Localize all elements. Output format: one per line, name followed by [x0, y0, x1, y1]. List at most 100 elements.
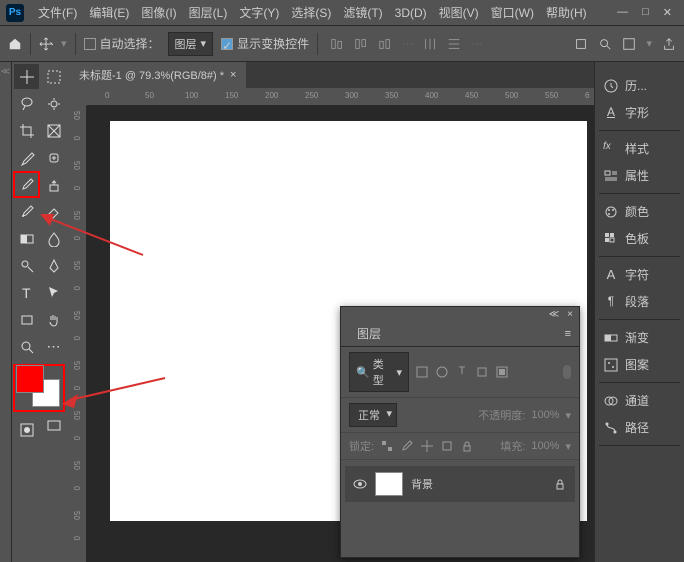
move-tool-icon[interactable] [39, 37, 53, 51]
dodge-tool[interactable] [14, 253, 39, 278]
collapse-icon[interactable]: ≪ [549, 309, 559, 319]
lock-pixels-icon[interactable] [380, 439, 394, 453]
foreground-color[interactable] [16, 365, 44, 393]
gradients-panel-button[interactable]: 渐变 [599, 324, 680, 351]
filter-smart-icon[interactable] [495, 365, 509, 379]
edit-toolbar[interactable]: ⋯ [41, 334, 66, 359]
close-panel-icon[interactable]: × [567, 309, 573, 319]
eyedropper-tool[interactable] [14, 145, 39, 170]
auto-select-dropdown[interactable]: 图层▾ [168, 32, 214, 56]
menu-help[interactable]: 帮助(H) [540, 4, 593, 21]
layers-tab[interactable]: 图层 [349, 321, 389, 346]
app-icon: Ps [6, 4, 24, 22]
gradient-tool[interactable] [14, 226, 39, 251]
lock-all-icon[interactable] [460, 439, 474, 453]
menu-file[interactable]: 文件(F) [32, 4, 83, 21]
clone-stamp-tool[interactable] [41, 172, 66, 197]
menu-image[interactable]: 图像(I) [135, 4, 182, 21]
filter-type-icon[interactable]: T [455, 365, 469, 379]
menu-3d[interactable]: 3D(D) [389, 6, 433, 20]
patterns-panel-button[interactable]: 图案 [599, 351, 680, 378]
filter-pixel-icon[interactable] [415, 365, 429, 379]
menu-bar: Ps 文件(F) 编辑(E) 图像(I) 图层(L) 文字(Y) 选择(S) 滤… [0, 0, 684, 26]
menu-layer[interactable]: 图层(L) [183, 4, 234, 21]
options-bar: ▾ 自动选择： 图层▾ ✓ 显示变换控件 ⋯ ⋯ ▾ [0, 26, 684, 62]
layer-thumbnail [375, 472, 403, 496]
3d-mode-icon[interactable] [574, 37, 588, 51]
zoom-tool[interactable] [14, 334, 39, 359]
lock-position-icon[interactable] [420, 439, 434, 453]
svg-text:T: T [22, 285, 31, 301]
history-panel-button[interactable]: 历... [599, 72, 680, 99]
auto-select-checkbox[interactable]: 自动选择： [84, 35, 160, 52]
filter-shape-icon[interactable] [475, 365, 489, 379]
layer-row[interactable]: 背景 [345, 466, 575, 502]
close-button[interactable]: ✕ [663, 6, 672, 19]
character-panel-button[interactable]: A字符 [599, 261, 680, 288]
pen-tool[interactable] [41, 253, 66, 278]
menu-type[interactable]: 文字(Y) [233, 4, 285, 21]
close-tab-icon[interactable]: × [230, 69, 236, 81]
color-swatches[interactable] [14, 365, 64, 411]
menu-view[interactable]: 视图(V) [433, 4, 485, 21]
properties-panel-button[interactable]: 属性 [599, 162, 680, 189]
align-icon[interactable] [330, 37, 344, 51]
visibility-icon[interactable] [353, 477, 367, 491]
move-tool[interactable] [14, 64, 39, 89]
rectangle-tool[interactable] [14, 307, 39, 332]
horizontal-ruler: 0501001502002503003504004505005506 [87, 88, 594, 106]
filter-adjust-icon[interactable] [435, 365, 449, 379]
frame-tool[interactable] [41, 118, 66, 143]
align-icon[interactable] [378, 37, 392, 51]
search-icon[interactable] [598, 37, 612, 51]
brush-tool[interactable] [14, 172, 39, 197]
panel-menu-icon[interactable]: ≡ [565, 328, 571, 340]
paragraph-panel-button[interactable]: ¶段落 [599, 288, 680, 315]
styles-panel-button[interactable]: fx样式 [599, 135, 680, 162]
menu-filter[interactable]: 滤镜(T) [337, 4, 388, 21]
home-icon[interactable] [8, 37, 22, 51]
glyphs-panel-button[interactable]: A字形 [599, 99, 680, 126]
crop-tool[interactable] [14, 118, 39, 143]
minimize-button[interactable]: — [617, 6, 628, 19]
layer-name: 背景 [411, 476, 433, 492]
vertical-ruler: 500500500500500500500500500 [69, 106, 87, 562]
type-tool[interactable]: T [14, 280, 39, 305]
history-brush-tool[interactable] [14, 199, 39, 224]
toolbox: T ⋯ [12, 62, 69, 562]
screen-mode-tool[interactable] [41, 413, 66, 438]
lock-icon [553, 477, 567, 491]
filter-toggle[interactable] [563, 365, 571, 379]
distribute-icon[interactable] [447, 37, 461, 51]
swatches-panel-button[interactable]: 色板 [599, 225, 680, 252]
quick-select-tool[interactable] [41, 91, 66, 116]
healing-tool[interactable] [41, 145, 66, 170]
show-transform-checkbox[interactable]: ✓ 显示变换控件 [221, 35, 309, 52]
maximize-button[interactable]: □ [642, 6, 649, 19]
panel-dock: 历... A字形 fx样式 属性 颜色 色板 A字符 ¶段落 渐变 图案 通道 … [594, 62, 684, 562]
document-tab[interactable]: 未标题-1 @ 79.3%(RGB/8#) * × [69, 62, 246, 88]
menu-window[interactable]: 窗口(W) [485, 4, 540, 21]
hand-tool[interactable] [41, 307, 66, 332]
lasso-tool[interactable] [14, 91, 39, 116]
distribute-icon[interactable] [423, 37, 437, 51]
eraser-tool[interactable] [41, 199, 66, 224]
layers-panel: ≪ × 图层 ≡ 🔍类型▾ T 正常▾ 不透明度: 100% ▾ 锁定: 填充:… [340, 306, 580, 558]
paths-panel-button[interactable]: 路径 [599, 414, 680, 441]
path-select-tool[interactable] [41, 280, 66, 305]
menu-select[interactable]: 选择(S) [285, 4, 337, 21]
menu-edit[interactable]: 编辑(E) [83, 4, 135, 21]
blur-tool[interactable] [41, 226, 66, 251]
quick-mask-tool[interactable] [14, 417, 39, 442]
layer-filter-dropdown[interactable]: 🔍类型▾ [349, 352, 409, 392]
toolbar-collapse-strip[interactable]: ≪ [0, 62, 12, 562]
workspace-icon[interactable] [622, 37, 636, 51]
channels-panel-button[interactable]: 通道 [599, 387, 680, 414]
marquee-tool[interactable] [41, 64, 66, 89]
lock-paint-icon[interactable] [400, 439, 414, 453]
color-panel-button[interactable]: 颜色 [599, 198, 680, 225]
blend-mode-dropdown[interactable]: 正常▾ [349, 403, 397, 427]
align-icon[interactable] [354, 37, 368, 51]
lock-artboard-icon[interactable] [440, 439, 454, 453]
share-icon[interactable] [662, 37, 676, 51]
